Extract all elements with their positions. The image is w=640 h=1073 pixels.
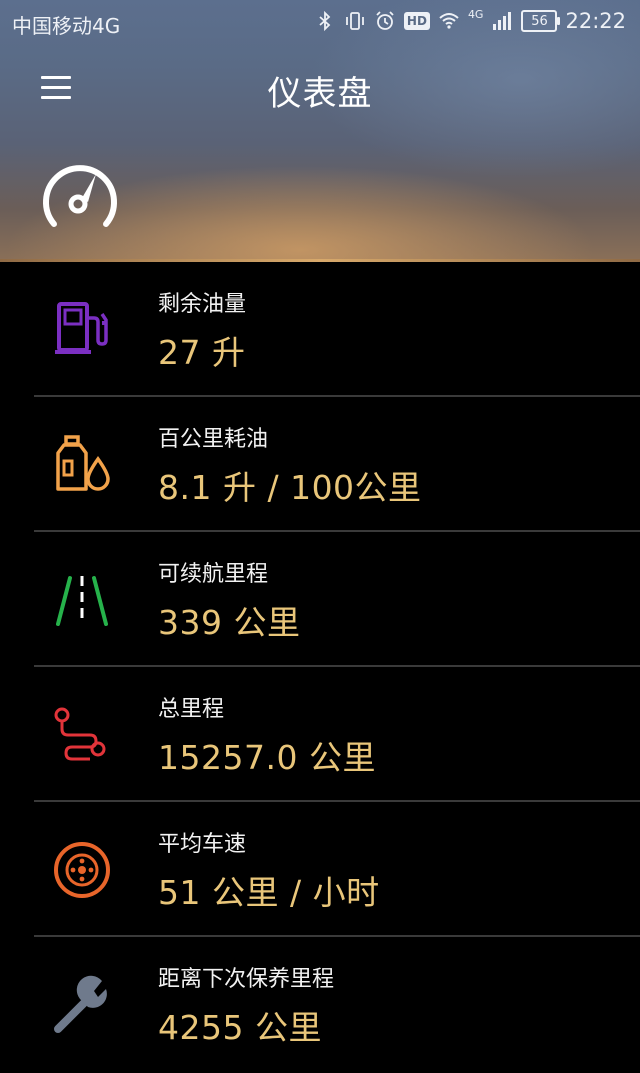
list-item[interactable]: 总里程 15257.0 公里	[0, 667, 640, 802]
bluetooth-icon	[319, 10, 331, 32]
vibrate-icon	[346, 12, 364, 30]
alarm-icon	[376, 11, 394, 30]
status-icons: HD 4G 56 22:22	[314, 7, 626, 33]
item-value: 8.1 升 / 100公里	[158, 468, 422, 507]
item-label: 总里程	[158, 697, 225, 722]
network-type-label: 4G	[467, 7, 484, 21]
item-value: 15257.0 公里	[158, 738, 376, 777]
list-item[interactable]: 剩余油量 27 升	[0, 262, 640, 397]
clock: 22:22	[565, 9, 626, 33]
metrics-list: 剩余油量 27 升 百公里耗油 8.1 升 / 100公里 可续航里程 339 …	[0, 262, 640, 1072]
hd-badge: HD	[403, 12, 430, 30]
signal-icon	[493, 12, 512, 30]
battery-icon: 56	[521, 10, 561, 32]
item-label: 可续航里程	[158, 562, 269, 587]
header: 中国移动4G HD 4G 56 22:22 仪表盘	[0, 0, 640, 262]
item-value: 51 公里 / 小时	[158, 873, 380, 912]
item-label: 距离下次保养里程	[158, 967, 335, 992]
page-title: 仪表盘	[267, 74, 373, 114]
item-label: 平均车速	[158, 832, 247, 857]
item-label: 百公里耗油	[158, 427, 269, 452]
fuel-pump-icon	[55, 302, 108, 354]
item-value: 339 公里	[158, 603, 301, 642]
item-value: 27 升	[158, 333, 246, 372]
list-item[interactable]: 百公里耗油 8.1 升 / 100公里	[0, 397, 640, 532]
carrier-label: 中国移动4G	[12, 14, 121, 38]
list-item[interactable]: 可续航里程 339 公里	[0, 532, 640, 667]
item-value: 4255 公里	[158, 1008, 322, 1047]
list-item[interactable]: 距离下次保养里程 4255 公里	[0, 937, 640, 1072]
speedometer-icon	[43, 165, 117, 227]
wrench-icon	[54, 975, 107, 1033]
item-label: 剩余油量	[158, 292, 247, 317]
oil-can-icon	[56, 435, 110, 491]
list-item[interactable]: 平均车速 51 公里 / 小时	[0, 802, 640, 937]
wheel-icon	[54, 842, 110, 898]
wifi-icon	[439, 13, 459, 29]
route-icon	[54, 707, 106, 761]
status-bar: 中国移动4G HD 4G 56 22:22	[0, 0, 640, 44]
road-icon	[56, 576, 108, 626]
